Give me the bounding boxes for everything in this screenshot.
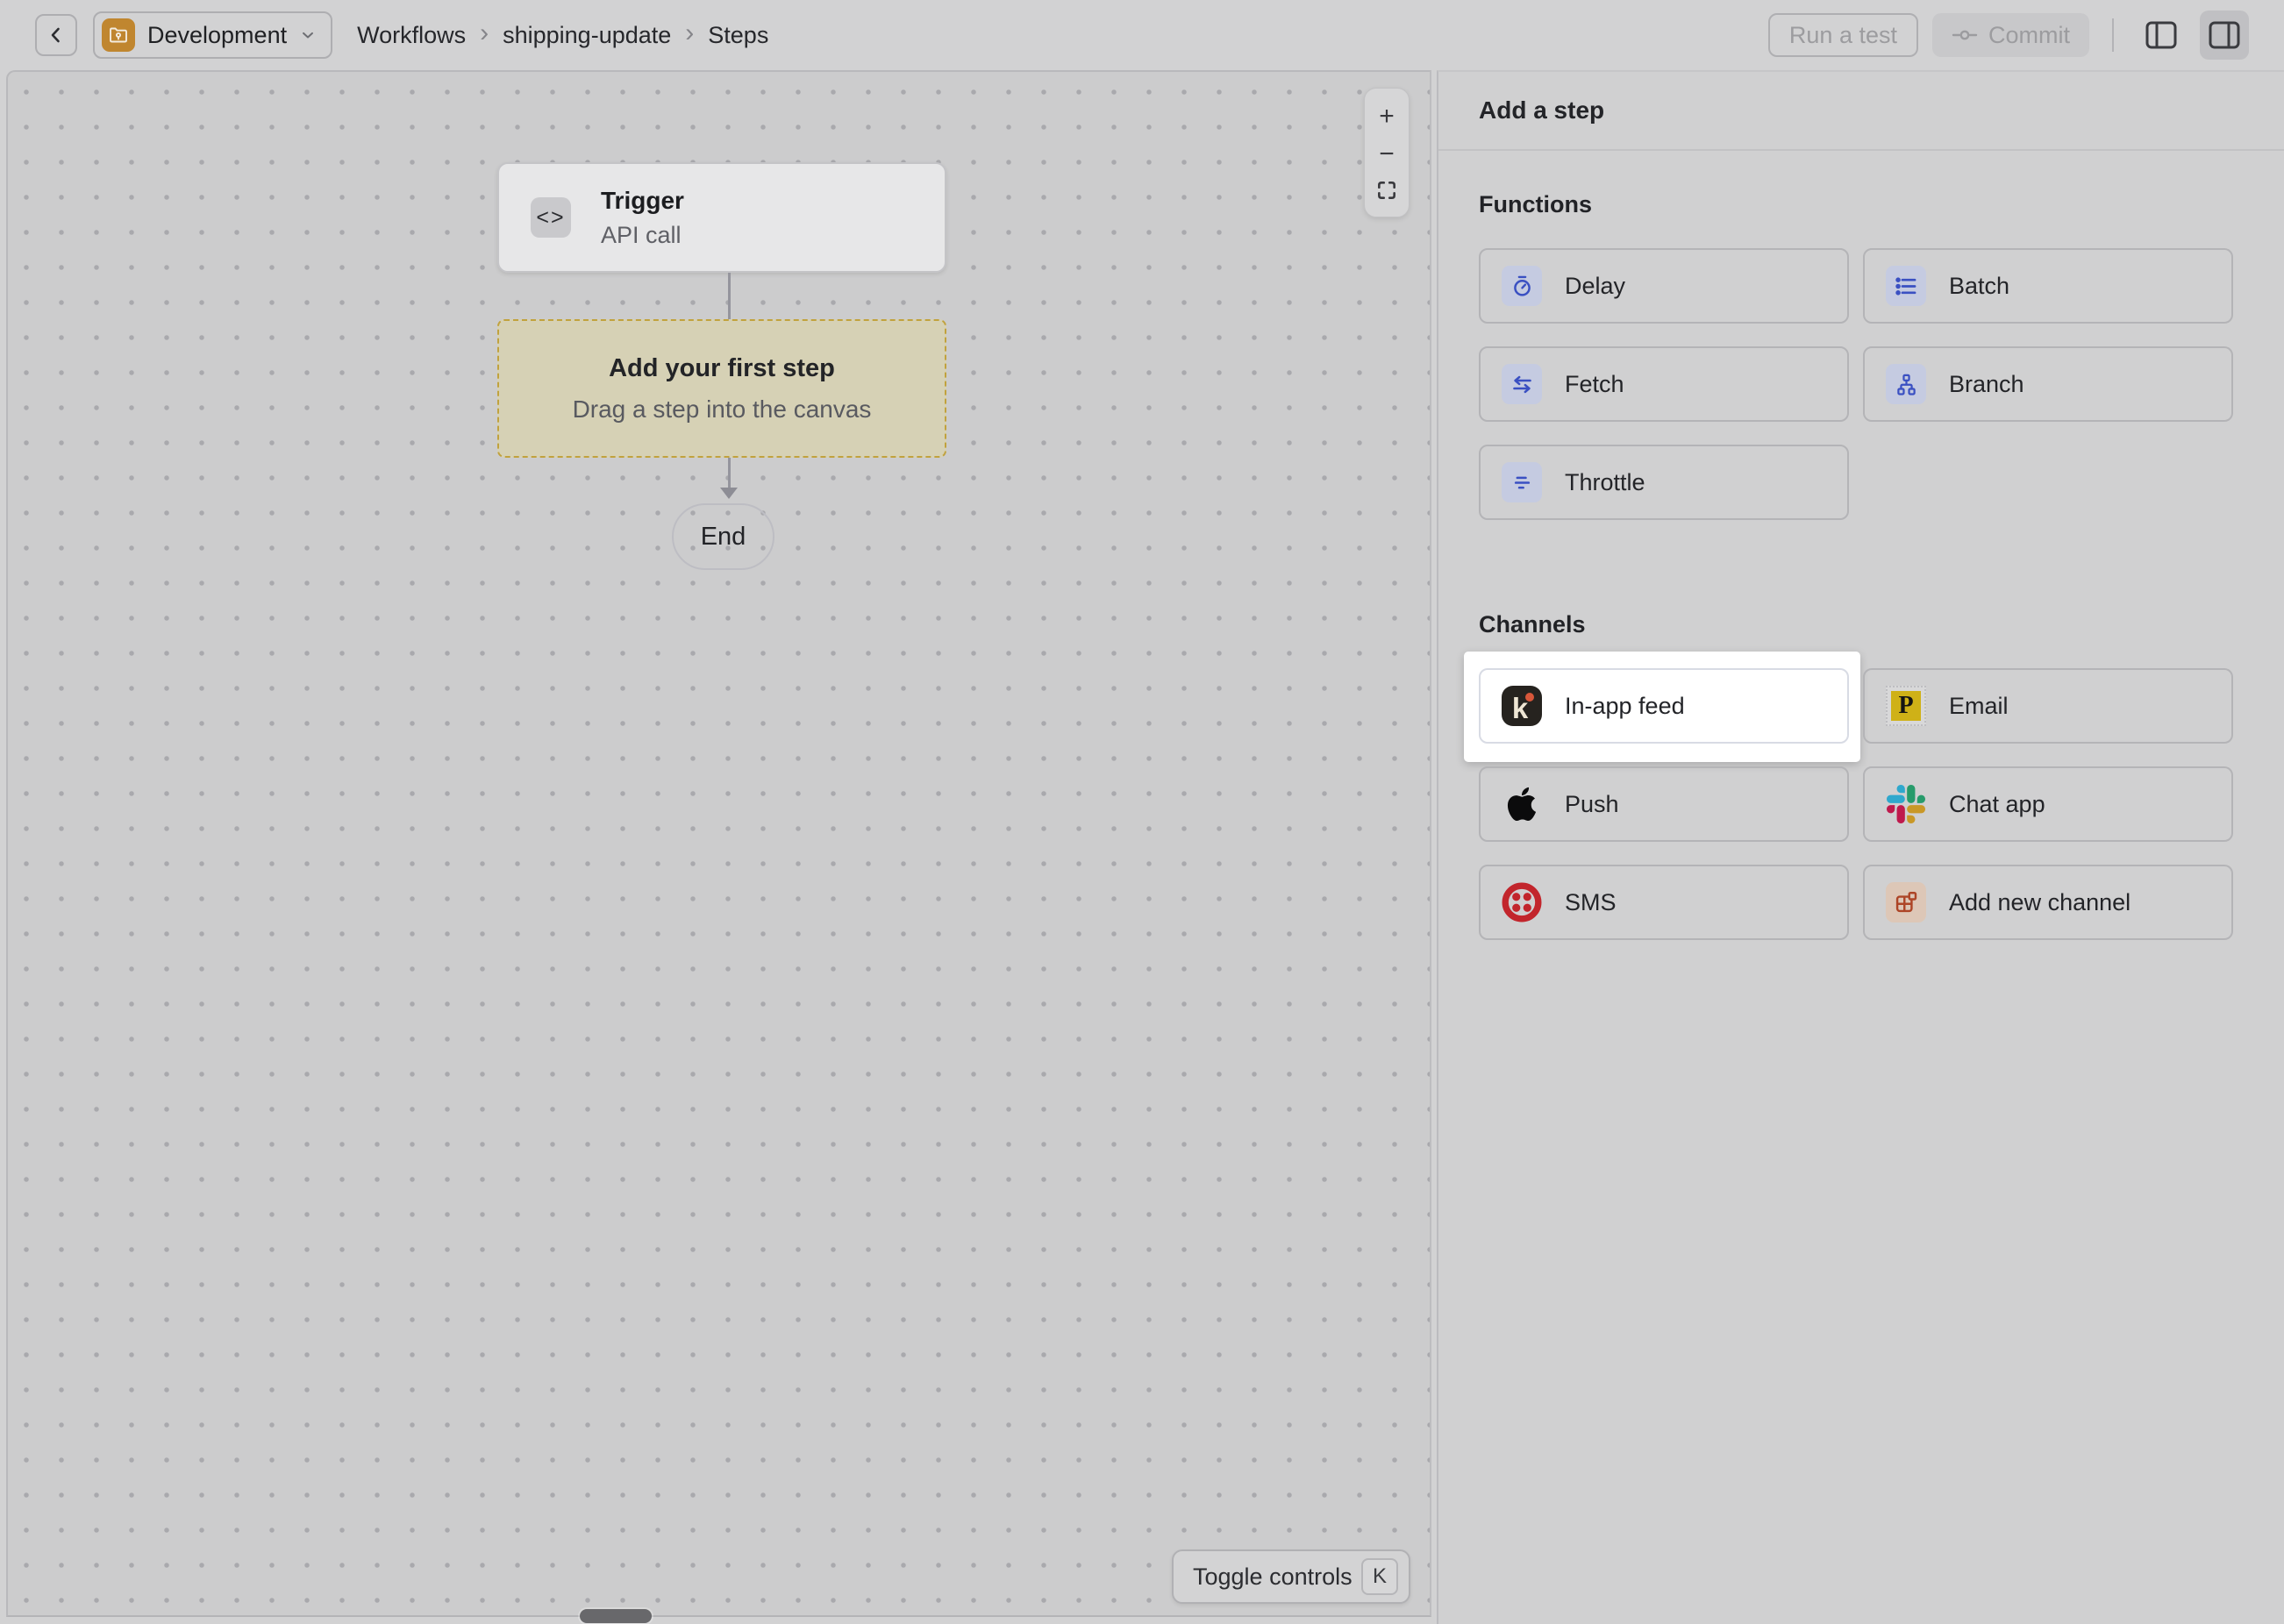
knock-logo-dot — [1525, 693, 1534, 702]
drop-zone-title: Add your first step — [609, 354, 835, 383]
workflow-canvas[interactable]: <> Trigger API call Add your first step … — [6, 70, 1431, 1617]
end-node[interactable]: End — [672, 503, 774, 570]
breadcrumb: Workflows › shipping-update › Steps — [357, 20, 768, 50]
add-blocks-icon — [1886, 882, 1926, 922]
canvas-zoom-controls: + − — [1364, 88, 1410, 217]
channel-button-chat-app[interactable]: Chat app — [1863, 766, 2233, 842]
step-button-batch[interactable]: Batch — [1863, 248, 2233, 324]
breadcrumb-separator: › — [480, 18, 489, 48]
zoom-in-button[interactable]: + — [1379, 103, 1395, 130]
add-step-panel: Add a step Functions Delay Batch Fetch — [1437, 70, 2284, 1624]
slack-logo — [1886, 784, 1926, 824]
breadcrumb-steps[interactable]: Steps — [708, 22, 768, 49]
functions-grid: Delay Batch Fetch Branch — [1479, 248, 2233, 520]
stopwatch-icon — [1502, 266, 1542, 306]
run-a-test-button[interactable]: Run a test — [1768, 13, 1918, 57]
toggle-controls-label: Toggle controls — [1193, 1563, 1353, 1591]
tree-icon — [1886, 364, 1926, 404]
keyboard-shortcut-k: K — [1361, 1558, 1398, 1595]
panel-title: Add a step — [1438, 72, 2284, 151]
code-icon: <> — [531, 197, 571, 238]
commit-icon — [1952, 25, 1978, 46]
back-button[interactable] — [35, 14, 77, 56]
panel-left-icon — [2145, 21, 2177, 49]
channel-button-push[interactable]: Push — [1479, 766, 1849, 842]
edge-connector — [728, 273, 731, 319]
channel-button-email[interactable]: P Email — [1863, 668, 2233, 744]
environment-label: Development — [147, 22, 287, 49]
breadcrumb-workflows[interactable]: Workflows — [357, 22, 466, 49]
trigger-subtitle: API call — [601, 222, 684, 249]
right-panel-toggle-button[interactable] — [2200, 11, 2249, 60]
arrow-down-icon — [720, 488, 738, 499]
horizontal-scrollbar-thumb[interactable] — [580, 1609, 652, 1623]
step-button-fetch[interactable]: Fetch — [1479, 346, 1849, 422]
fit-view-button[interactable] — [1375, 179, 1398, 202]
zoom-out-button[interactable]: − — [1379, 141, 1395, 167]
panel-right-icon — [2209, 21, 2240, 49]
environment-switcher[interactable]: Development — [93, 11, 332, 59]
swap-arrows-icon — [1502, 364, 1542, 404]
channel-button-add-new-channel[interactable]: Add new channel — [1863, 865, 2233, 940]
functions-section-label: Functions — [1479, 191, 2233, 218]
twilio-logo — [1502, 882, 1542, 922]
channel-button-sms[interactable]: SMS — [1479, 865, 1849, 940]
trigger-title: Trigger — [601, 187, 684, 215]
edge-connector — [728, 458, 731, 488]
chevron-left-icon — [46, 25, 67, 46]
postmark-logo: P — [1886, 686, 1926, 726]
left-panel-toggle-button[interactable] — [2137, 11, 2186, 60]
channel-button-in-app-feed[interactable]: k In-app feed — [1479, 668, 1849, 744]
environment-folder-icon — [102, 18, 135, 52]
chevron-down-icon — [299, 26, 317, 44]
topbar-divider — [2112, 18, 2114, 52]
breadcrumb-separator: › — [685, 18, 694, 48]
first-step-drop-zone[interactable]: Add your first step Drag a step into the… — [497, 319, 946, 458]
throttle-lines-icon — [1502, 462, 1542, 502]
top-bar: Development Workflows › shipping-update … — [0, 0, 2284, 70]
trigger-node[interactable]: <> Trigger API call — [497, 162, 946, 273]
channels-grid: k In-app feed P Email Push — [1479, 668, 2233, 940]
step-button-delay[interactable]: Delay — [1479, 248, 1849, 324]
toggle-controls-button[interactable]: Toggle controls K — [1172, 1549, 1410, 1604]
channels-section-label: Channels — [1479, 611, 2233, 638]
topbar-actions: Run a test Commit — [1768, 11, 2249, 60]
step-button-branch[interactable]: Branch — [1863, 346, 2233, 422]
drop-zone-subtitle: Drag a step into the canvas — [573, 395, 872, 424]
breadcrumb-workflow-name[interactable]: shipping-update — [503, 22, 671, 49]
apple-logo — [1502, 784, 1542, 824]
commit-button[interactable]: Commit — [1932, 13, 2089, 57]
knock-logo: k — [1502, 686, 1542, 726]
list-icon — [1886, 266, 1926, 306]
step-button-throttle[interactable]: Throttle — [1479, 445, 1849, 520]
